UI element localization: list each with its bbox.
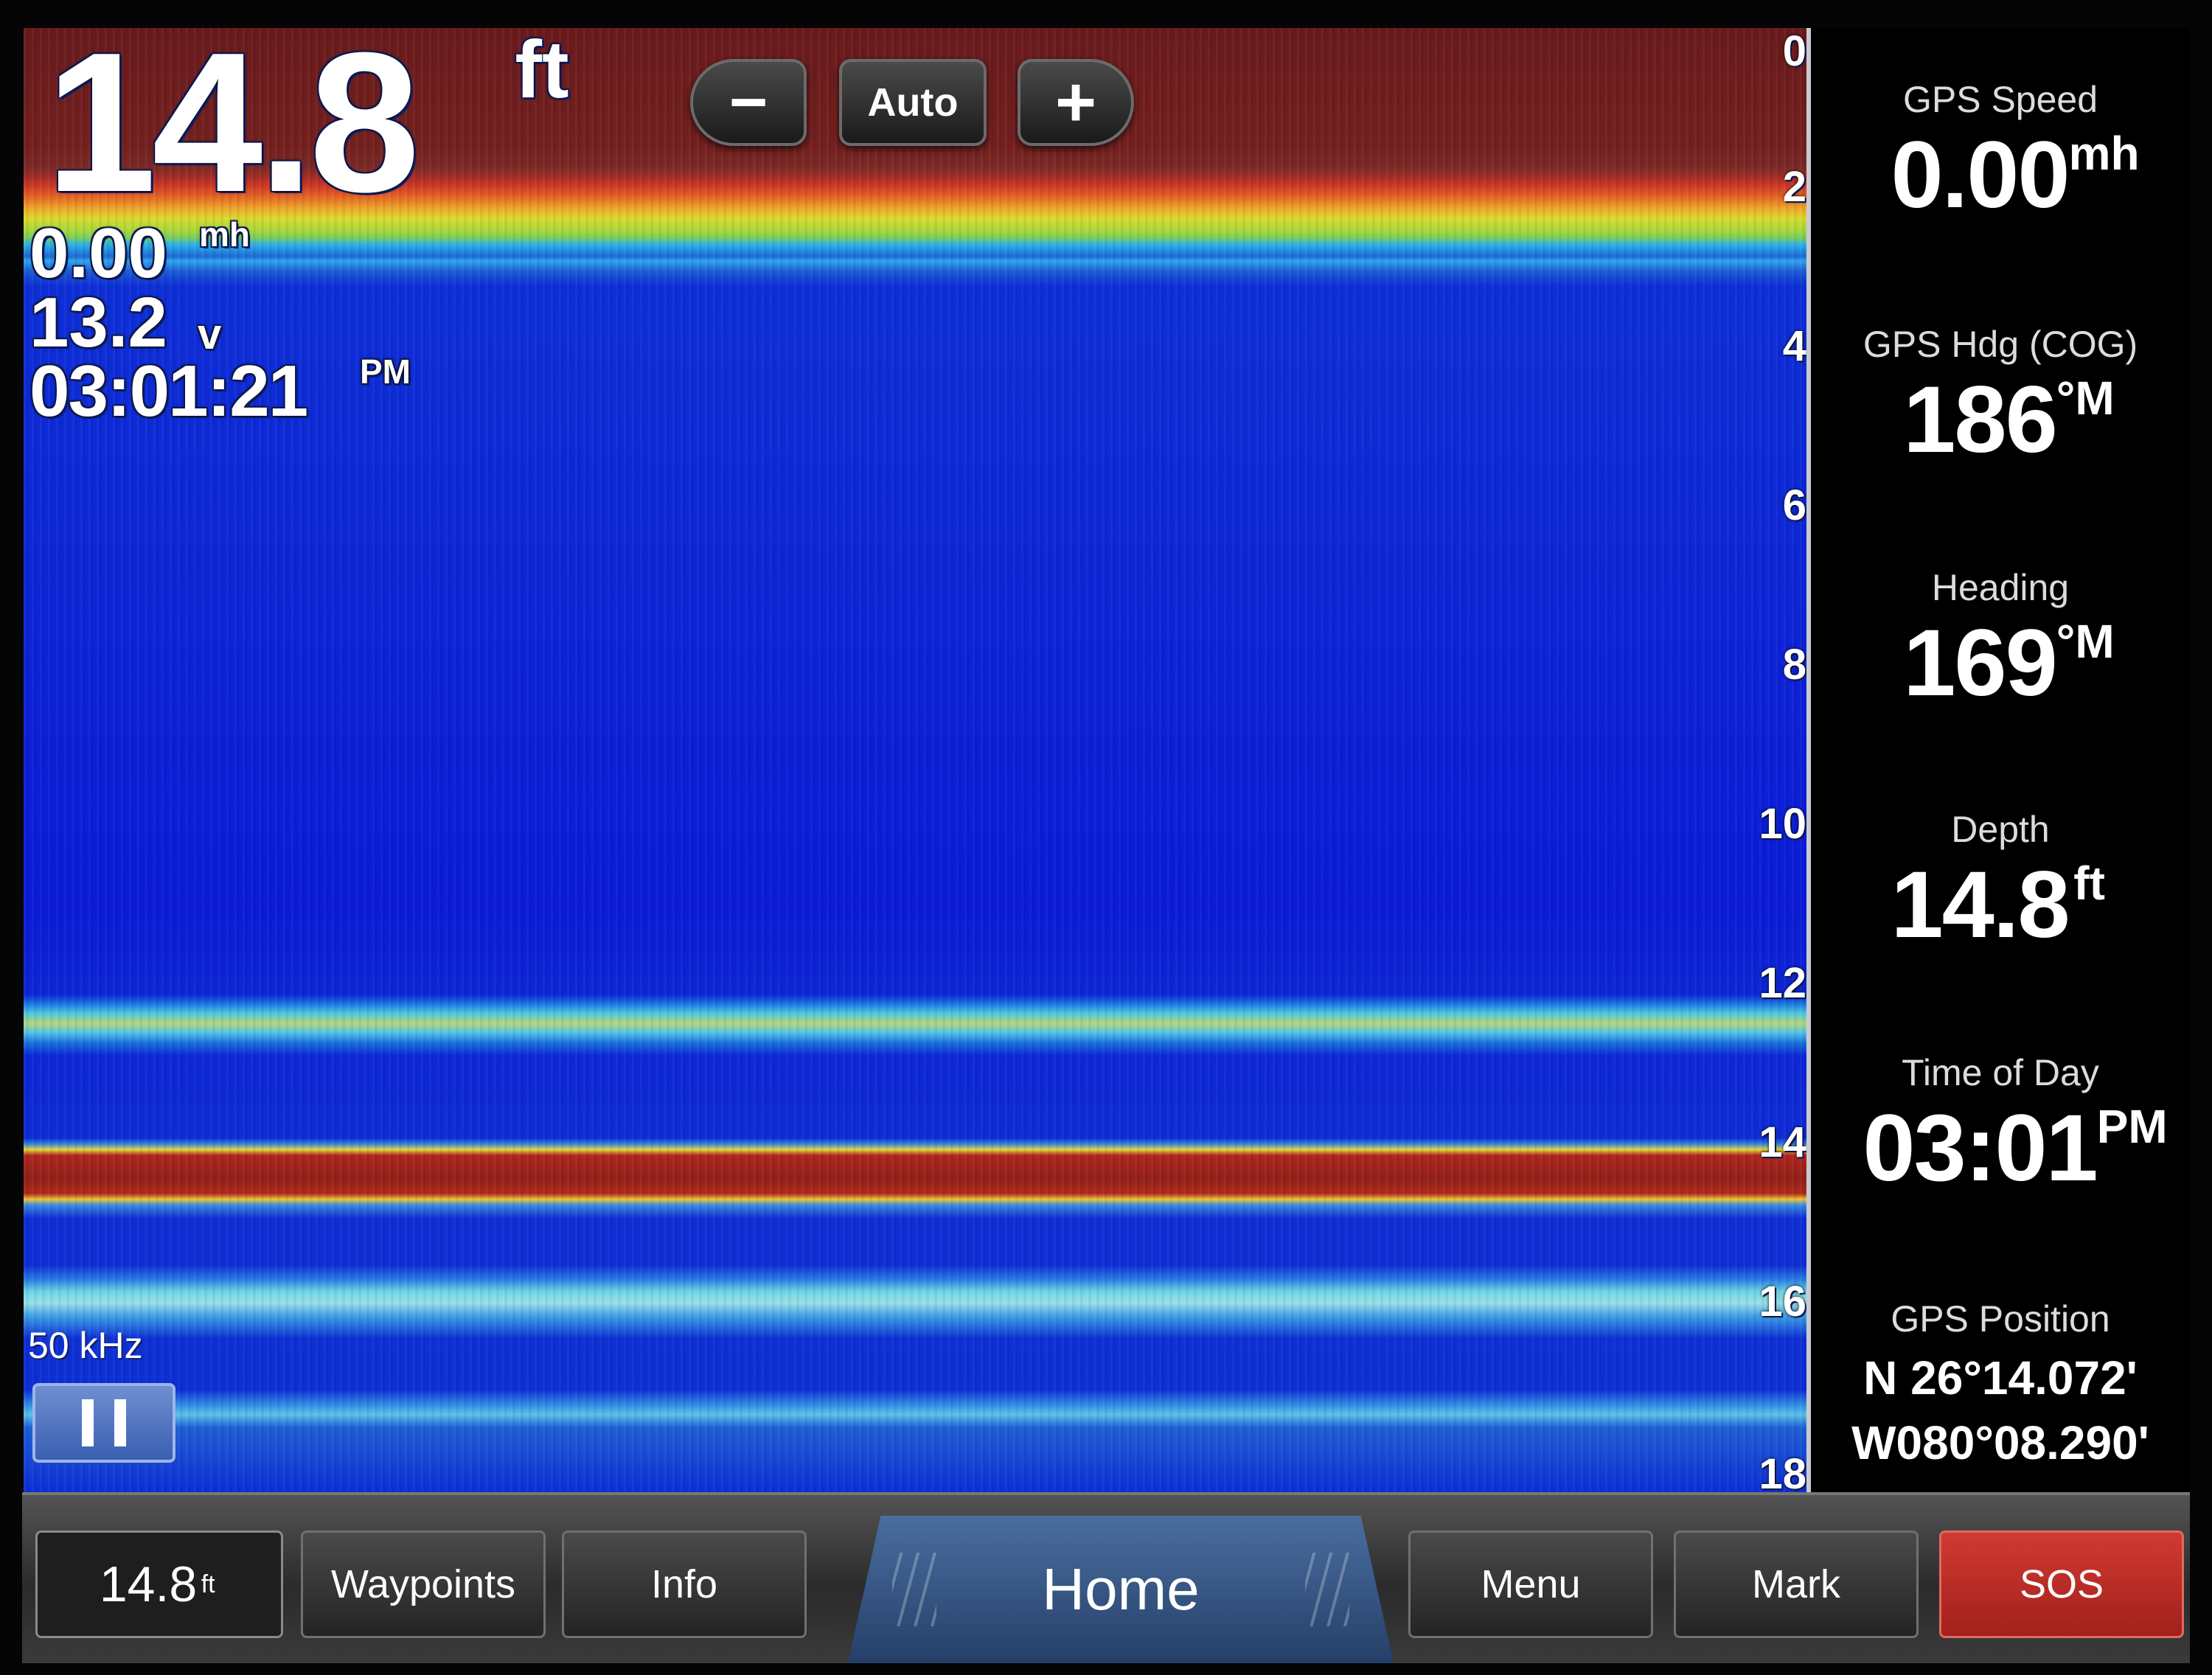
gps-heading-value: 186	[1903, 367, 2058, 473]
mark-button[interactable]: Mark	[1674, 1531, 1919, 1638]
home-label: Home	[1042, 1556, 1200, 1622]
depth-scale-tick: 10	[1759, 800, 1806, 848]
frequency-label: 50 kHz	[28, 1325, 143, 1366]
pause-button[interactable]	[32, 1383, 175, 1463]
heading-value: 169	[1903, 610, 2058, 716]
time-readout: 03:01:21	[29, 350, 308, 431]
gps-position-field: GPS Position N 26°14.072' W080°08.290'	[1811, 1298, 2190, 1470]
sonar-display[interactable]	[24, 28, 1806, 1492]
gps-heading-label: GPS Hdg (COG)	[1863, 324, 2138, 365]
gps-speed-value: 0.00	[1891, 122, 2070, 228]
depth-scale-tick: 2	[1782, 163, 1806, 211]
depth-scale-tick: 18	[1759, 1450, 1806, 1498]
heading-field: Heading 169°M	[1811, 566, 2190, 717]
depth-scale: 0 2 4 6 8 10 12 14 16 18	[1711, 0, 1806, 1504]
time-of-day-value: 03:01	[1863, 1096, 2098, 1201]
depth-databox[interactable]: 14.8 ft	[35, 1531, 283, 1638]
speed-readout: 0.00	[29, 214, 167, 293]
time-of-day-unit: PM	[2096, 1100, 2168, 1153]
gps-speed-unit: mh	[2068, 127, 2140, 180]
waypoints-button[interactable]: Waypoints	[301, 1531, 546, 1638]
depth-field-unit: ft	[2073, 857, 2105, 910]
grip-left-icon	[892, 1553, 936, 1626]
zoom-in-button[interactable]: +	[1018, 59, 1134, 146]
depth-scale-tick: 12	[1759, 959, 1806, 1007]
depth-readout: 14.8	[46, 12, 420, 234]
gps-heading-field: GPS Hdg (COG) 186°M	[1811, 323, 2190, 474]
gps-latitude: N 26°14.072'	[1863, 1351, 2138, 1404]
voltage-readout: 13.2	[29, 283, 167, 362]
depth-databox-value: 14.8	[99, 1556, 198, 1612]
depth-label: Depth	[1951, 809, 2050, 850]
depth-unit: ft	[515, 24, 569, 115]
depth-scale-tick: 4	[1782, 322, 1806, 370]
menu-button[interactable]: Menu	[1408, 1531, 1653, 1638]
depth-field: Depth 14.8 ft	[1811, 808, 2190, 959]
time-unit: PM	[360, 352, 411, 391]
gps-speed-label: GPS Speed	[1902, 79, 2098, 120]
pause-icon	[114, 1399, 126, 1446]
depth-scale-tick: 16	[1759, 1278, 1806, 1326]
info-button[interactable]: Info	[562, 1531, 807, 1638]
depth-scale-tick: 14	[1759, 1118, 1806, 1166]
heading-unit: °M	[2056, 615, 2115, 668]
depth-databox-unit: ft	[201, 1570, 215, 1598]
sos-button[interactable]: SOS	[1939, 1531, 2184, 1638]
softkey-bar: 14.8 ft Waypoints Info Home Menu Mark SOS	[22, 1492, 2190, 1663]
zoom-auto-button[interactable]: Auto	[839, 59, 987, 146]
speed-unit: mh	[199, 215, 250, 254]
pause-icon	[82, 1399, 94, 1446]
depth-value: 14.8	[1891, 852, 2070, 958]
data-panel: GPS Speed 0.00mh GPS Hdg (COG) 186°M Hea…	[1806, 28, 2190, 1492]
heading-label: Heading	[1931, 567, 2070, 608]
zoom-out-button[interactable]: −	[690, 59, 807, 146]
home-button[interactable]: Home	[848, 1516, 1394, 1663]
time-of-day-label: Time of Day	[1902, 1052, 2099, 1093]
depth-scale-tick: 8	[1782, 641, 1806, 689]
grip-right-icon	[1305, 1553, 1349, 1626]
time-of-day-field: Time of Day 03:01PM	[1811, 1051, 2190, 1202]
depth-scale-tick: 0	[1782, 27, 1806, 75]
gps-longitude: W080°08.290'	[1851, 1416, 2149, 1469]
gps-heading-unit: °M	[2056, 372, 2115, 425]
gps-speed-field: GPS Speed 0.00mh	[1811, 78, 2190, 229]
sonar-texture	[24, 28, 1806, 1492]
depth-scale-tick: 6	[1782, 481, 1806, 529]
gps-position-label: GPS Position	[1891, 1298, 2110, 1340]
